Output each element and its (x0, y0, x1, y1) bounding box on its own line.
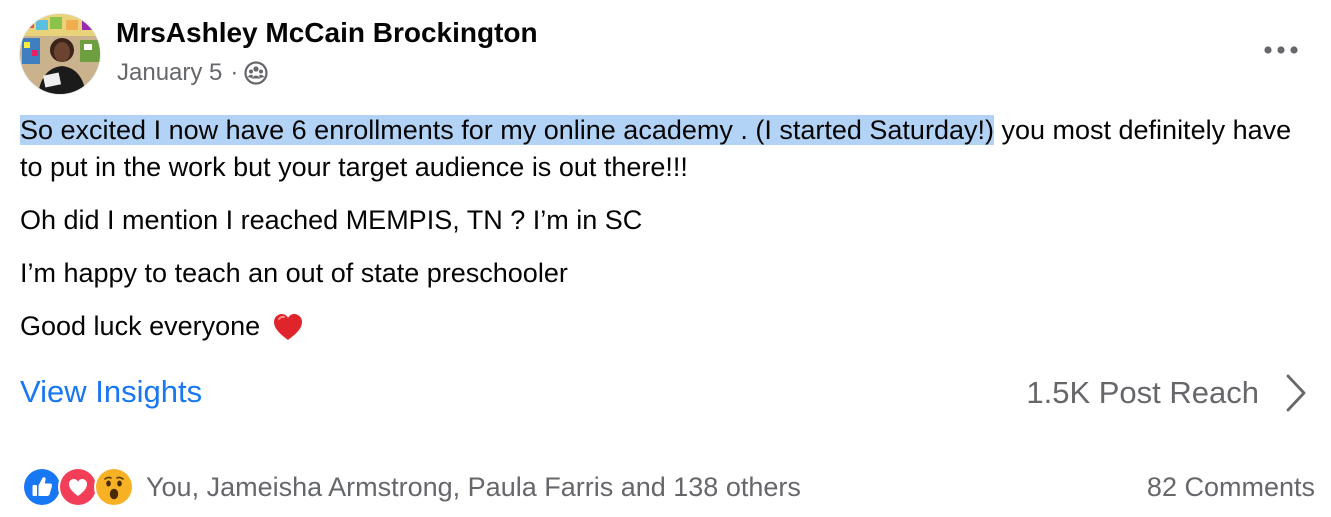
post-meta: January 5 · (117, 58, 269, 88)
chevron-right-icon (1283, 373, 1309, 413)
post-reach-button[interactable]: 1.5K Post Reach (1026, 372, 1309, 414)
author-name[interactable]: MrsAshley McCain Brockington (116, 17, 538, 49)
meta-separator: · (230, 59, 239, 86)
view-insights-link[interactable]: View Insights (20, 374, 202, 410)
wow-icon (94, 467, 134, 507)
post-paragraph-1: So excited I now have 6 enrollments for … (20, 112, 1310, 186)
reactions-summary[interactable]: You, Jameisha Armstrong, Paula Farris an… (22, 467, 801, 507)
more-options-icon[interactable] (1261, 36, 1301, 64)
like-icon (22, 467, 62, 507)
post-date[interactable]: January 5 (117, 59, 222, 87)
post-paragraph-4-text: Good luck everyone (20, 311, 261, 341)
reactors-text[interactable]: You, Jameisha Armstrong, Paula Farris an… (146, 472, 801, 503)
selected-text[interactable]: So excited I now have 6 enrollments for … (20, 115, 994, 145)
post-reach-label: 1.5K Post Reach (1026, 375, 1259, 410)
post-body: So excited I now have 6 enrollments for … (20, 112, 1310, 345)
facebook-post: MrsAshley McCain Brockington January 5 ·… (0, 0, 1331, 517)
red-heart-emoji (272, 312, 304, 342)
comments-count[interactable]: 82 Comments (1147, 472, 1315, 503)
post-paragraph-3: I’m happy to teach an out of state presc… (20, 258, 568, 288)
post-paragraph-2: Oh did I mention I reached MEMPIS, TN ? … (20, 205, 643, 235)
post-paragraph-4: Good luck everyone (20, 308, 1310, 345)
post-footer: You, Jameisha Armstrong, Paula Farris an… (22, 464, 1315, 510)
avatar[interactable] (20, 14, 100, 94)
friends-audience-icon[interactable] (244, 61, 269, 85)
avatar-photo (20, 14, 100, 94)
love-icon (58, 467, 98, 507)
reaction-icons (22, 467, 134, 507)
